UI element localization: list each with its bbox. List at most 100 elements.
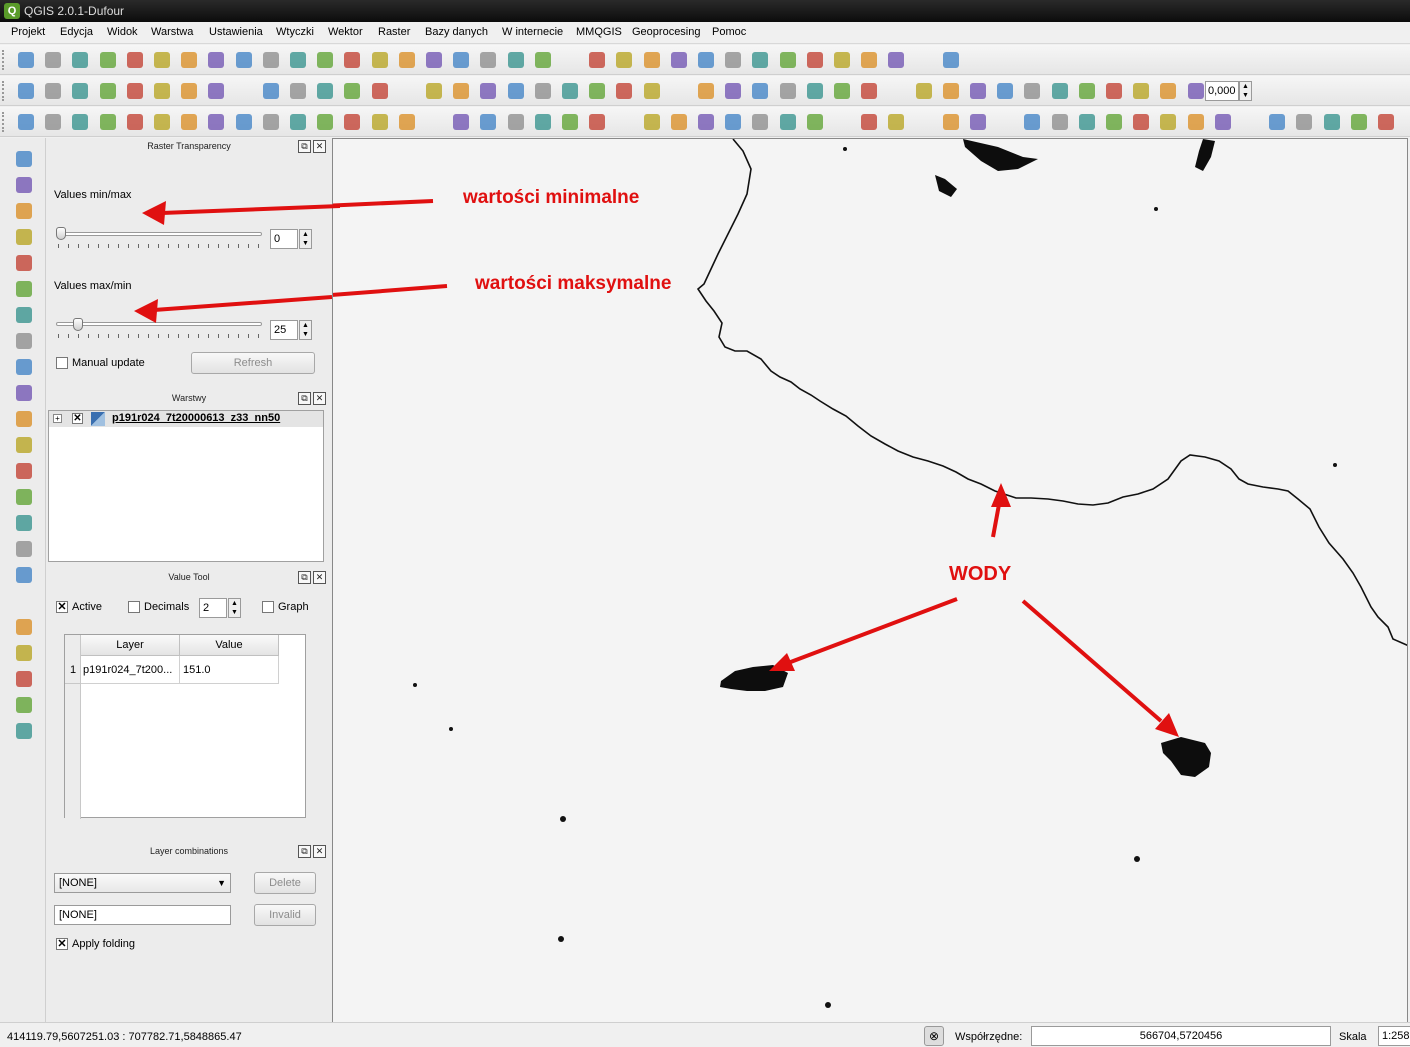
sidebar-tool-icon[interactable]	[16, 697, 32, 713]
toolbar1-tool-icon[interactable]	[154, 52, 170, 68]
toolbar3-tool-icon[interactable]	[453, 114, 470, 130]
toolbar2-tool-icon[interactable]	[181, 83, 198, 99]
refresh-button[interactable]: Refresh	[191, 352, 315, 374]
invalid-button[interactable]: Invalid	[254, 904, 316, 926]
sidebar-tool-icon[interactable]	[16, 307, 32, 323]
toolbar2-tool-icon[interactable]	[698, 83, 714, 99]
menu-w-internecie[interactable]: W internecie	[502, 26, 563, 38]
menu-pomoc[interactable]: Pomoc	[712, 26, 746, 38]
toolbar3-tool-icon[interactable]	[861, 114, 878, 130]
toolbar-grip[interactable]	[2, 50, 6, 70]
toolbar2-tool-icon[interactable]	[970, 83, 986, 99]
toolbar1-tool-icon[interactable]	[834, 52, 850, 68]
toolbar3-tool-icon[interactable]	[1269, 114, 1286, 130]
menu-geoprocesing[interactable]: Geoprocesing	[632, 26, 701, 38]
toolbar1-tool-icon[interactable]	[426, 52, 442, 68]
toolbar1-tool-icon[interactable]	[534, 52, 551, 68]
toolbar3-tool-icon[interactable]	[45, 114, 62, 130]
menu-warstwa[interactable]: Warstwa	[151, 26, 193, 38]
toolbar3-tool-icon[interactable]	[126, 114, 143, 130]
toolbar1-tool-icon[interactable]	[589, 52, 606, 68]
toolbar3-tool-icon[interactable]	[181, 114, 198, 130]
active-checkbox[interactable]: ✕	[56, 601, 68, 613]
toolbar1-tool-icon[interactable]	[371, 52, 388, 68]
toolbar3-tool-icon[interactable]	[1051, 114, 1068, 130]
toolbar1-tool-icon[interactable]	[290, 52, 306, 68]
toolbar1-tool-icon[interactable]	[942, 52, 959, 68]
toolbar3-tool-icon[interactable]	[317, 114, 334, 130]
sidebar-tool-icon[interactable]	[16, 177, 32, 193]
toolbar3-tool-icon[interactable]	[1350, 114, 1367, 130]
toolbar3-tool-icon[interactable]	[99, 114, 116, 130]
sidebar-tool-icon[interactable]	[16, 541, 32, 557]
sidebar-tool-icon[interactable]	[16, 411, 32, 427]
toolbar2-tool-icon[interactable]	[806, 83, 823, 99]
toolbar2-tool-icon[interactable]	[643, 83, 660, 99]
sidebar-tool-icon[interactable]	[16, 229, 32, 245]
value-column-header[interactable]: Value	[180, 635, 279, 656]
layers-tree[interactable]: + ✕ p191r024_7t20000613_z33_nn50	[48, 410, 324, 562]
sidebar-tool-icon[interactable]	[16, 515, 32, 531]
toolbar3-tool-icon[interactable]	[154, 114, 170, 130]
toolbar2-tool-icon[interactable]	[779, 83, 796, 99]
toolbar3-tool-icon[interactable]	[806, 114, 823, 130]
float-icon[interactable]: ⧉	[298, 845, 311, 858]
toolbar2-tool-icon[interactable]	[1160, 83, 1177, 99]
toolbar3-tool-icon[interactable]	[1024, 114, 1041, 130]
toolbar1-tool-icon[interactable]	[181, 52, 198, 68]
toolbar1-tool-icon[interactable]	[670, 52, 687, 68]
toolbar1-tool-icon[interactable]	[72, 52, 89, 68]
sidebar-tool-icon[interactable]	[16, 281, 32, 297]
toolbar1-tool-icon[interactable]	[262, 52, 279, 68]
toolbar2-tool-icon[interactable]	[208, 83, 225, 99]
toolbar2-tool-icon[interactable]	[45, 83, 62, 99]
decimals-checkbox[interactable]	[128, 601, 140, 613]
toolbar3-tool-icon[interactable]	[235, 114, 252, 130]
toolbar3-tool-icon[interactable]	[1323, 114, 1340, 130]
toolbar3-tool-icon[interactable]	[1187, 114, 1204, 130]
toolbar3-tool-icon[interactable]	[507, 114, 524, 130]
toolbar3-tool-icon[interactable]	[480, 114, 497, 130]
toolbar3-tool-icon[interactable]	[344, 114, 361, 130]
toolbar1-tool-icon[interactable]	[99, 52, 116, 68]
max-slider-handle[interactable]	[73, 318, 83, 331]
toolbar2-tool-icon[interactable]	[507, 83, 524, 99]
toolbar3-tool-icon[interactable]	[72, 114, 89, 130]
toolbar1-tool-icon[interactable]	[752, 52, 769, 68]
sidebar-tool-icon[interactable]	[16, 203, 32, 219]
min-slider-handle[interactable]	[56, 227, 66, 240]
layer-combination-select[interactable]: [NONE] ▼	[54, 873, 231, 893]
sidebar-tool-icon[interactable]	[16, 489, 32, 505]
toolbar2-tool-icon[interactable]	[453, 83, 470, 99]
toolbar3-tool-icon[interactable]	[1378, 114, 1394, 130]
sidebar-tool-icon[interactable]	[16, 619, 32, 635]
decimals-spin-buttons[interactable]: ▲ ▼	[228, 598, 241, 618]
toolbar3-tool-icon[interactable]	[1106, 114, 1122, 130]
toolbar2-tool-icon[interactable]	[371, 83, 388, 99]
toolbar2-tool-icon[interactable]	[915, 83, 932, 99]
toolbar2-tool-icon[interactable]	[834, 83, 850, 99]
toolbar2-tool-icon[interactable]	[126, 83, 143, 99]
toolbar3-tool-icon[interactable]	[888, 114, 905, 130]
toolbar2-tool-icon[interactable]	[725, 83, 742, 99]
menu-bazy-danych[interactable]: Bazy danych	[425, 26, 488, 38]
close-icon[interactable]: ✕	[313, 571, 326, 584]
menu-wtyczki[interactable]: Wtyczki	[276, 26, 314, 38]
delete-button[interactable]: Delete	[254, 872, 316, 894]
toolbar3-tool-icon[interactable]	[18, 114, 34, 130]
toolbar-grip[interactable]	[2, 112, 6, 132]
toolbar2-tool-icon[interactable]	[534, 83, 551, 99]
decimals-spinbox[interactable]: 2	[199, 598, 227, 618]
value-table[interactable]: Layer Value 1 p191r024_7t200... 151.0	[64, 634, 306, 819]
row-value-cell[interactable]: 151.0	[180, 656, 279, 684]
toolbar3-tool-icon[interactable]	[752, 114, 769, 130]
layer-row[interactable]: + ✕ p191r024_7t20000613_z33_nn50	[49, 411, 323, 427]
toolbar1-tool-icon[interactable]	[453, 52, 470, 68]
toolbar3-tool-icon[interactable]	[970, 114, 986, 130]
rotation-input[interactable]: 0,000	[1205, 81, 1239, 101]
toolbar1-tool-icon[interactable]	[888, 52, 905, 68]
sidebar-tool-icon[interactable]	[16, 723, 32, 739]
toolbar1-tool-icon[interactable]	[344, 52, 361, 68]
toolbar1-tool-icon[interactable]	[643, 52, 660, 68]
sidebar-tool-icon[interactable]	[16, 333, 32, 349]
